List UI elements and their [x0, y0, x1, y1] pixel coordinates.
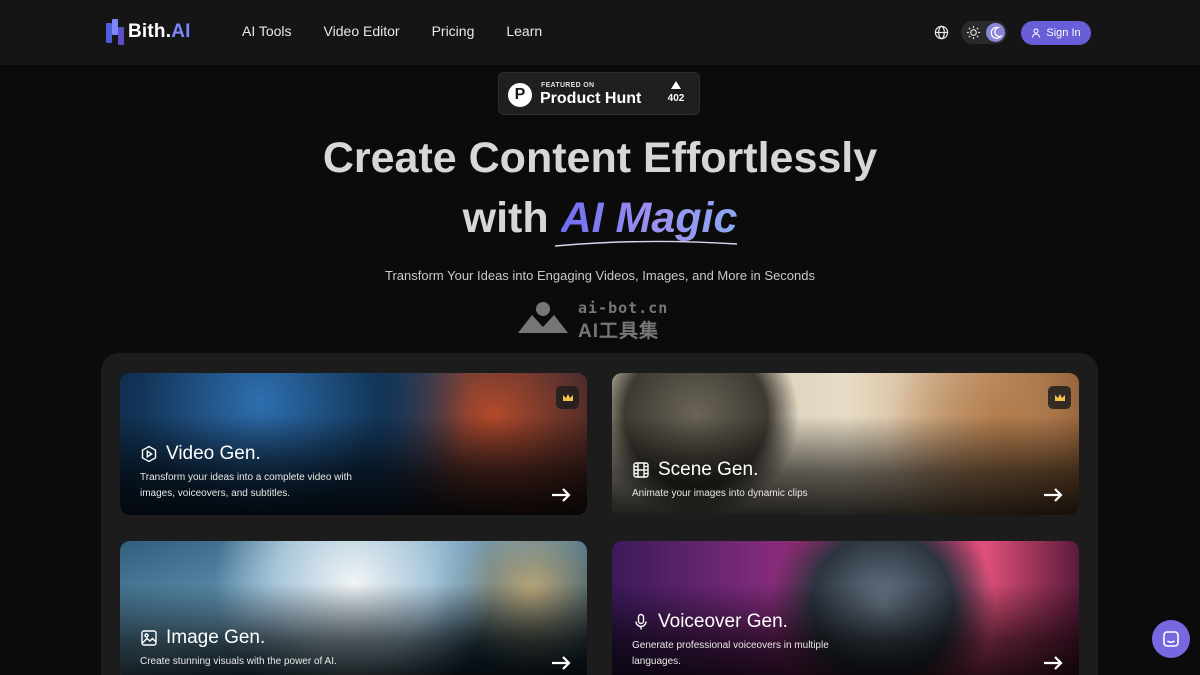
card-description: Animate your images into dynamic clips — [632, 488, 808, 499]
card-description: Transform your ideas into a complete vid… — [140, 472, 352, 499]
card-title: Image Gen. — [140, 627, 265, 649]
crown-icon — [1048, 386, 1071, 409]
watermark-logo-icon — [518, 302, 568, 333]
arrow-right-icon[interactable] — [551, 655, 571, 671]
nav-link-learn[interactable]: Learn — [506, 23, 542, 39]
sign-in-label: Sign In — [1046, 27, 1081, 39]
arrow-right-icon[interactable] — [1043, 487, 1063, 503]
theme-toggle[interactable] — [961, 21, 1007, 44]
watermark-name: AI工具集 — [578, 321, 660, 342]
chat-widget-button[interactable] — [1152, 620, 1190, 658]
card-title: Video Gen. — [140, 443, 261, 465]
card-title-text: Scene Gen. — [658, 459, 759, 480]
logo-text-prefix: Bith. — [128, 21, 172, 42]
arrow-right-icon[interactable] — [551, 487, 571, 503]
product-hunt-badge[interactable]: P FEATURED ON Product Hunt 402 — [498, 72, 700, 115]
tool-card-scene-gen[interactable]: Scene Gen. Animate your images into dyna… — [612, 373, 1079, 515]
moon-toggle[interactable] — [986, 23, 1005, 42]
hero-subtitle: Transform Your Ideas into Engaging Video… — [385, 268, 815, 283]
tool-card-voiceover-gen[interactable]: Voiceover Gen. Generate professional voi… — [612, 541, 1079, 675]
chat-icon — [1163, 631, 1179, 647]
product-hunt-logo-icon: P — [508, 83, 532, 107]
image-icon — [141, 630, 157, 646]
nav-link-video-editor[interactable]: Video Editor — [324, 23, 400, 39]
card-description: Create stunning visuals with the power o… — [140, 656, 337, 667]
nav-links: AI Tools Video Editor Pricing Learn — [242, 23, 574, 39]
film-icon — [633, 462, 649, 478]
logo-text: Bith.AI — [128, 21, 191, 43]
product-hunt-featured-label: FEATURED ON — [541, 82, 595, 89]
tool-card-image-gen[interactable]: Image Gen. Create stunning visuals with … — [120, 541, 587, 675]
hero-title-line2: with AI Magic — [0, 194, 1200, 243]
user-icon — [1032, 28, 1041, 38]
moon-icon — [990, 26, 1003, 39]
card-title-text: Video Gen. — [166, 443, 261, 464]
brand-logo[interactable]: Bith.AI — [106, 19, 191, 45]
microphone-icon — [635, 613, 647, 630]
hero-title-prefix: with — [462, 194, 549, 242]
hero-title-line1: Create Content Effortlessly — [322, 134, 878, 182]
card-title-text: Image Gen. — [166, 627, 266, 648]
tool-card-video-gen[interactable]: Video Gen. Transform your ideas into a c… — [120, 373, 587, 515]
card-title: Voiceover Gen. — [632, 611, 788, 633]
card-title-text: Voiceover Gen. — [658, 611, 788, 632]
arrow-right-icon[interactable] — [1043, 655, 1063, 671]
logo-text-suffix: AI — [171, 21, 191, 42]
upvote-arrow-icon — [671, 81, 681, 89]
hero-title-highlight: AI Magic — [560, 194, 738, 242]
sun-icon[interactable] — [966, 25, 981, 40]
card-description: Generate professional voiceovers in mult… — [632, 640, 829, 667]
upvote-count: 402 — [667, 93, 685, 104]
globe-icon[interactable] — [934, 25, 949, 40]
nav-link-ai-tools[interactable]: AI Tools — [242, 23, 292, 39]
watermark-domain: ai-bot.cn — [578, 299, 669, 317]
upvote-counter: 402 — [664, 81, 688, 104]
watermark: ai-bot.cn AI工具集 — [516, 297, 686, 342]
crown-icon — [556, 386, 579, 409]
underline-swoosh — [554, 240, 738, 247]
nav-link-pricing[interactable]: Pricing — [432, 23, 475, 39]
play-hexagon-icon — [141, 445, 157, 463]
logo-mark-icon — [106, 19, 124, 45]
product-hunt-name: Product Hunt — [540, 90, 642, 107]
card-title: Scene Gen. — [632, 459, 758, 481]
sign-in-button[interactable]: Sign In — [1021, 21, 1091, 45]
top-navbar: Bith.AI AI Tools Video Editor Pricing Le… — [0, 0, 1200, 65]
